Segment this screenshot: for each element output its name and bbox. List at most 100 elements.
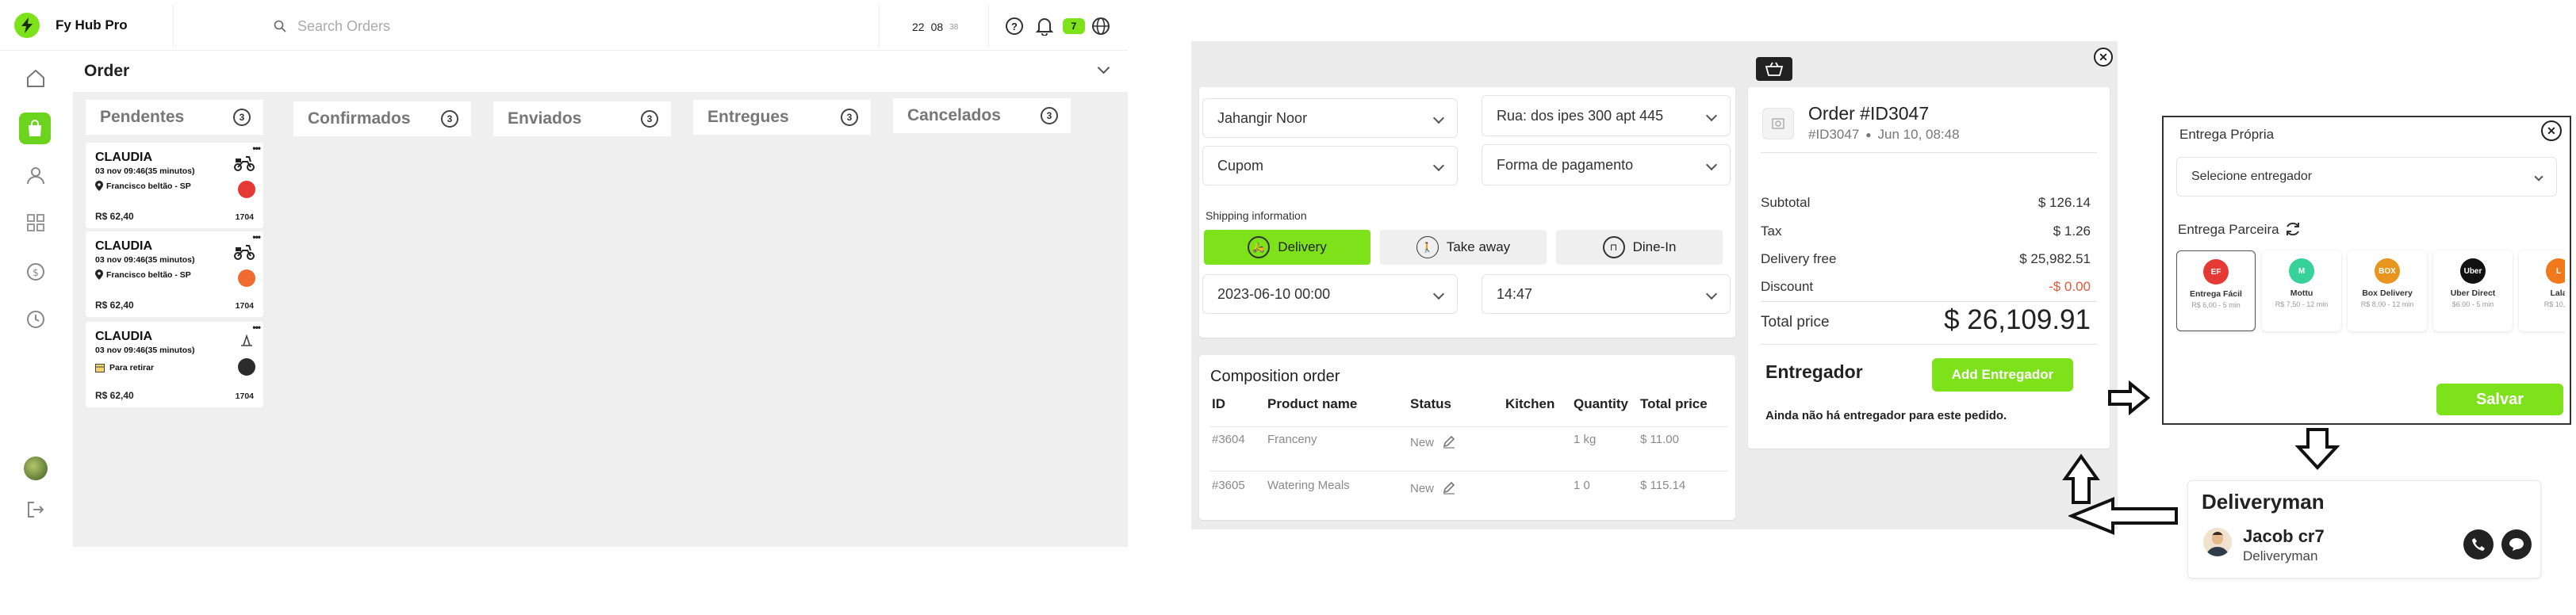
save-button[interactable]: Salvar [2436,384,2563,415]
more-icon[interactable]: ••• [252,231,261,243]
kanban-col-confirmados: Confirmados 3 [293,101,471,136]
app-window: Fy Hub Pro Search Orders 22 08 38 ? 7 $ … [0,0,1128,555]
chevron-down-icon [1705,288,1718,300]
customer-name: CLAUDIA [95,330,152,343]
subtotal-value: $ 126.14 [2037,195,2091,210]
delivery-moto-icon [234,156,255,171]
table-row[interactable]: #3604 Franceny New 1 kg $ 11.00 [1199,428,1735,472]
coupon-select[interactable]: Cupom [1202,146,1458,185]
order-code: 1704 [235,392,254,401]
globe-icon[interactable] [1091,17,1110,36]
partner-card[interactable]: L Lala R$ 10,00 [2519,250,2565,331]
composition-title: Composition order [1210,368,1340,385]
partner-card[interactable]: BOX Box Delivery R$ 8,00 - 12 min [2348,250,2427,331]
kanban-col-entregues: Entregues 3 [693,100,871,135]
partner-name: Mottu [2290,288,2313,298]
order-card[interactable]: ••• CLAUDIA 03 nov 09:46(35 minutos) Par… [86,322,263,407]
date-select[interactable]: 2023-06-10 00:00 [1202,274,1458,314]
delivery-icon: 🛵 [1248,236,1271,258]
order-id: #ID3047 [1808,127,1860,142]
arrow-left-icon [2068,497,2178,535]
table-row[interactable]: #3605 Watering Meals New 1 0 $ 115.14 [1199,474,1735,518]
address-value: Rua: dos ipes 300 apt 445 [1497,107,1664,124]
home-icon[interactable] [25,68,46,89]
deliveryman-avatar [2203,528,2232,556]
svg-text:$: $ [33,267,39,278]
card-address: Para retirar [95,363,254,372]
order-card[interactable]: ••• CLAUDIA 03 nov 09:46(35 minutos) Fra… [86,143,263,228]
customer-value: Jahangir Noor [1217,109,1308,126]
subtotal-label: Subtotal [1761,195,1811,210]
shipping-dinein-button[interactable]: ⊓ Dine-In [1556,230,1723,265]
row-total: $ 11.00 [1640,433,1679,446]
summary-divider [1761,344,2097,345]
walking-icon: 🚶 [1416,236,1439,258]
deliveryman-title: Deliveryman [2202,490,2325,514]
shipping-delivery-button[interactable]: 🛵 Delivery [1204,230,1370,265]
box-delivery-logo: BOX [2375,258,2400,284]
grid-icon[interactable] [25,212,46,233]
logout-icon[interactable] [25,499,46,520]
search-placeholder: Search Orders [297,17,391,34]
payment-select[interactable]: Forma de pagamento [1482,144,1731,185]
search-icon [274,20,286,32]
order-date: 03 nov 09:46(35 minutos) [95,166,195,176]
more-icon[interactable]: ••• [252,143,261,154]
partner-card[interactable]: M Mottu R$ 7,50 - 12 min [2262,250,2341,331]
address-select[interactable]: Rua: dos ipes 300 apt 445 [1482,95,1731,136]
partner-card[interactable]: Uber Uber Direct $6.00 - 5 min [2433,250,2513,331]
time-select[interactable]: 14:47 [1482,274,1731,314]
edit-icon[interactable] [1442,434,1456,449]
table-icon: ⊓ [1602,236,1625,258]
partner-name: Lala [2550,288,2565,298]
sidebar-item-orders[interactable] [19,113,51,144]
chevron-down-icon [1432,288,1445,300]
shipping-dinein-label: Dine-In [1632,239,1677,254]
search-input[interactable]: Search Orders [274,16,829,36]
order-title: Order #ID3047 [1808,103,1930,124]
table-divider [1210,426,1727,427]
kanban-col-pendentes: Pendentes 3 [86,100,263,135]
chevron-down-icon [1432,112,1445,124]
column-label: Confirmados [308,109,411,128]
row-product: Watering Meals [1267,479,1350,492]
partner-name: Box Delivery [2362,288,2413,298]
deliverer-title: Entregador [1765,361,1863,382]
summary-divider [1761,152,2097,153]
chat-button[interactable] [2501,529,2532,560]
app-name: Fy Hub Pro [56,17,128,32]
dot-separator: ● [1865,129,1872,140]
location-pin-icon [95,269,103,280]
mottu-logo: M [2289,258,2314,284]
column-label: Enviados [508,109,582,128]
bell-icon[interactable] [1036,17,1053,36]
discount-value: -$ 0.00 [2049,279,2091,294]
help-icon[interactable]: ? [1006,17,1023,35]
clock: 22 08 38 [912,21,958,33]
history-icon[interactable] [25,309,46,330]
order-card[interactable]: ••• CLAUDIA 03 nov 09:46(35 minutos) Fra… [86,231,263,317]
more-icon[interactable]: ••• [252,322,261,333]
coin-icon[interactable]: $ [25,262,46,282]
app-logo [14,13,40,38]
partner-card[interactable]: EF Entrega Fácil R$ 6,00 - 5 min [2176,250,2256,331]
delivery-fee-value: $ 25,982.51 [2019,251,2091,266]
column-count: 3 [1041,107,1058,124]
notification-badge: 7 [1063,18,1085,34]
deliveryman-name: Jacob cr7 [2243,526,2325,546]
col-header-product: Product name [1267,396,1358,411]
partner-price: $6.00 - 5 min [2451,300,2494,308]
avatar[interactable] [24,456,48,480]
call-button[interactable] [2463,529,2494,560]
edit-icon[interactable] [1442,480,1456,495]
order-price: R$ 62,40 [95,300,134,311]
chevron-down-icon[interactable] [1097,61,1110,74]
customer-select[interactable]: Jahangir Noor [1202,98,1458,138]
basket-icon[interactable] [1756,57,1792,81]
close-icon[interactable]: ✕ [2094,48,2113,67]
user-icon[interactable] [25,165,46,185]
add-deliverer-button[interactable]: Add Entregador [1932,358,2073,392]
order-price: R$ 62,40 [95,211,134,222]
shipping-takeaway-button[interactable]: 🚶 Take away [1380,230,1547,265]
row-status: New [1410,436,1435,449]
